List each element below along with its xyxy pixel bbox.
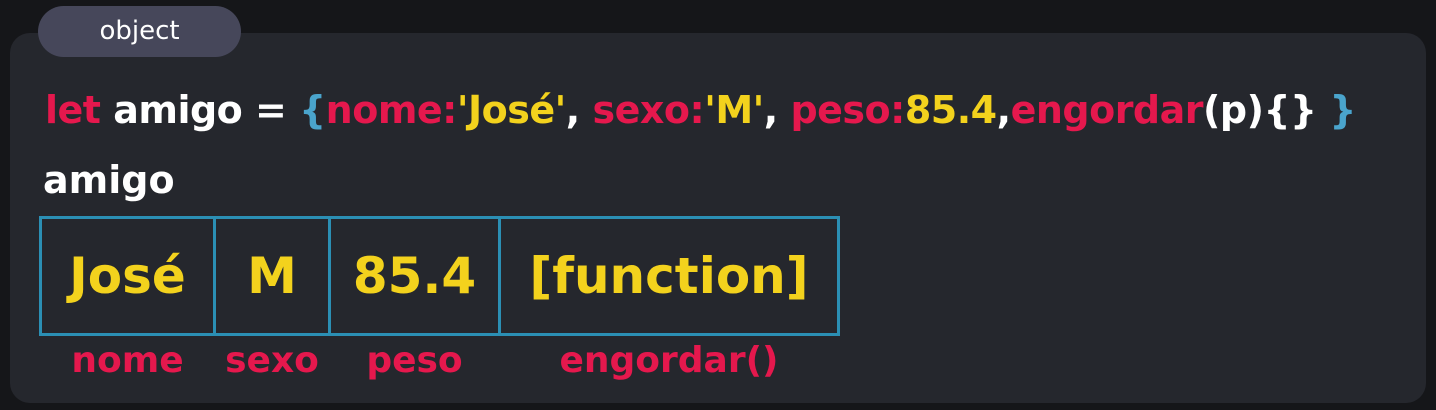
method-name: engordar	[1010, 88, 1204, 132]
code-line: let amigo = {nome:'José', sexo:'M', peso…	[45, 88, 1356, 132]
method-signature: (p){}	[1203, 88, 1317, 132]
close-brace: }	[1329, 88, 1356, 132]
cell-sexo: M	[213, 216, 331, 336]
label-engordar: engordar()	[559, 340, 779, 381]
type-badge: object	[38, 6, 241, 57]
prop-value-peso: 85.4	[904, 88, 997, 132]
cell-peso: 85.4	[328, 216, 501, 336]
let-keyword: let	[45, 88, 101, 132]
open-brace: {	[299, 88, 326, 132]
prop-value-sexo: 'M'	[704, 88, 764, 132]
prop-key-sexo: sexo:	[592, 88, 705, 132]
object-label: amigo	[43, 158, 175, 202]
label-nome: nome	[71, 340, 184, 381]
prop-value-nome: 'José'	[456, 88, 566, 132]
variable-name: amigo	[113, 88, 243, 132]
cell-engordar: [function]	[498, 216, 840, 336]
prop-key-peso: peso:	[790, 88, 905, 132]
cell-nome: José	[39, 216, 216, 336]
object-cells: José M 85.4 [function]	[39, 216, 840, 336]
equals-sign: =	[255, 88, 287, 132]
label-peso: peso	[366, 340, 463, 381]
label-sexo: sexo	[225, 340, 319, 381]
prop-key-nome: nome:	[325, 88, 458, 132]
